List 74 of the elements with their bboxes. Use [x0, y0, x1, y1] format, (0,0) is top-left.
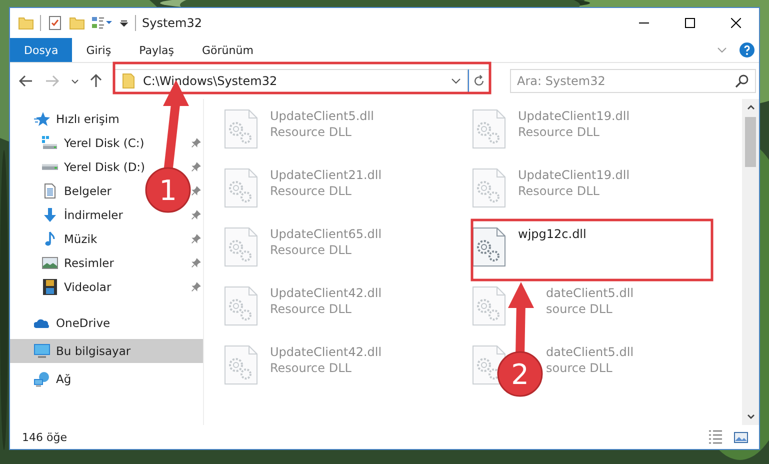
maximize-icon [685, 18, 695, 28]
document-icon [42, 183, 58, 199]
file-name: UpdateClient21.dll [270, 168, 382, 182]
window-title: System32 [142, 16, 202, 30]
file-type: Resource DLL [270, 125, 352, 139]
computer-icon [34, 343, 50, 359]
search-icon[interactable] [734, 73, 750, 89]
back-arrow-icon[interactable] [18, 73, 34, 89]
chevron-down-icon[interactable] [451, 76, 461, 86]
file-type: Resource DLL [270, 184, 352, 198]
file-type: Resource DLL [270, 361, 352, 375]
pin-icon[interactable] [191, 234, 201, 244]
file-type: source DLL [546, 302, 614, 316]
sidebar-item[interactable]: Ağ [10, 367, 203, 391]
large-icons-view-icon[interactable] [733, 429, 749, 445]
file-type: Resource DLL [270, 302, 352, 316]
network-icon [34, 371, 50, 387]
file-name: UpdateClient19.dll [518, 109, 630, 123]
drive-icon [42, 135, 58, 151]
refresh-button[interactable] [468, 69, 490, 93]
sidebar-item[interactable]: Müzik [10, 227, 104, 251]
file-type: Resource DLL [518, 125, 600, 139]
file-name: UpdateClient42.dll [270, 345, 382, 359]
up-arrow-icon[interactable] [88, 73, 104, 89]
help-icon[interactable] [739, 42, 755, 58]
close-icon [731, 18, 741, 28]
sidebar-item[interactable]: Resimler [10, 251, 120, 275]
scrollbar[interactable] [742, 99, 759, 425]
star-icon [34, 111, 50, 127]
ribbon-tab[interactable]: Giriş [72, 38, 126, 62]
step-badge: 2 [497, 351, 543, 397]
pin-icon[interactable] [191, 210, 201, 220]
folder-icon [121, 73, 137, 89]
file-name: UpdateClient65.dll [270, 227, 382, 241]
sidebar-item[interactable]: İndirmeler [10, 203, 129, 227]
download-arrow-icon [42, 207, 58, 223]
step-badge: 1 [145, 167, 191, 213]
pin-icon[interactable] [191, 258, 201, 268]
search-field[interactable]: Ara: System32 [510, 69, 756, 93]
item-count: 146 öğe [22, 430, 67, 444]
pin-icon[interactable] [191, 186, 201, 196]
sidebar-item[interactable]: Bu bilgisayar [10, 339, 203, 363]
file-name: UpdateClient19.dll [518, 168, 630, 182]
ribbon-tab[interactable]: Görünüm [188, 38, 268, 62]
music-note-icon [42, 231, 58, 247]
file-type: source DLL [546, 361, 614, 375]
file-name: UpdateClient42.dll [270, 286, 382, 300]
sidebar-item[interactable]: Videolar [10, 275, 118, 299]
minimize-icon [639, 22, 649, 24]
details-view-icon[interactable] [707, 429, 723, 445]
file-name: dateClient5.dll [546, 286, 634, 300]
file-type: Resource DLL [518, 184, 600, 198]
sidebar-item[interactable]: Yerel Disk (C:) [10, 131, 150, 155]
address-path: C:\Windows\System32 [143, 74, 278, 88]
properties-icon[interactable] [47, 15, 63, 31]
scroll-thumb[interactable] [745, 117, 756, 167]
refresh-icon [472, 74, 486, 88]
file-name: dateClient5.dll [546, 345, 634, 359]
view-options-icon[interactable] [91, 15, 113, 31]
pin-icon[interactable] [191, 138, 201, 148]
file-type: Resource DLL [270, 243, 352, 257]
sidebar-item[interactable]: Hızlı erişim [10, 107, 203, 131]
ribbon-tab[interactable]: Paylaş [125, 38, 188, 62]
drive-icon [42, 164, 58, 170]
dropdown-icon[interactable] [119, 18, 129, 28]
pin-icon[interactable] [191, 282, 201, 292]
ribbon-tab[interactable]: Dosya [10, 38, 72, 62]
sidebar-item[interactable]: Belgeler [10, 179, 118, 203]
file-name: wjpg12c.dll [518, 227, 586, 241]
image-icon [42, 255, 58, 271]
pin-icon[interactable] [191, 162, 201, 172]
sidebar-item[interactable]: OneDrive [10, 311, 203, 335]
file-name: UpdateClient5.dll [270, 109, 374, 123]
film-strip-icon [42, 279, 58, 295]
